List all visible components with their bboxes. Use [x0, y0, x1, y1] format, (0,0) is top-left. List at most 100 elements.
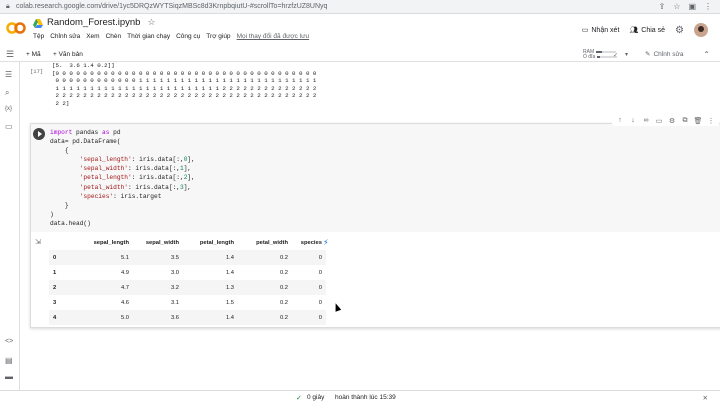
browser-menu-icon[interactable]: ⋮ — [704, 2, 712, 11]
comment-cell-icon[interactable]: ▭ — [654, 117, 664, 125]
move-up-icon[interactable]: ↑ — [615, 117, 625, 125]
row-index: 4 — [49, 310, 75, 325]
table-cell: 1.4 — [183, 250, 238, 265]
table-cell: 5.1 — [75, 250, 133, 265]
code-cell[interactable]: import pandas as pd data= pd.DataFrame( {… — [30, 116, 720, 328]
row-index: 1 — [53, 269, 57, 276]
menu-bar: Tệp Chỉnh sửa Xem Chèn Thời gian chạy Cô… — [33, 33, 309, 40]
table-cell: 3.5 — [133, 250, 183, 265]
bookmark-star-icon[interactable]: ☆ — [673, 2, 680, 11]
table-row: 0 5.1 3.5 1.4 0.2 0 — [49, 250, 326, 265]
runtime-dropdown-icon[interactable]: ▾ — [625, 51, 628, 58]
comment-button[interactable]: ▭ Nhận xét — [582, 26, 620, 35]
table-cell: 4.9 — [120, 269, 129, 276]
code-line: data= pd.DataFrame( — [50, 138, 121, 146]
table-cell: 0 — [292, 250, 326, 265]
column-header: sepal_length — [93, 240, 129, 246]
code-line: 'species': iris.target — [79, 192, 162, 200]
table-cell: 5.0 — [75, 310, 133, 325]
settings-gear-icon[interactable]: ⚙ — [675, 25, 684, 36]
menu-file[interactable]: Tệp — [33, 33, 44, 40]
share-button[interactable]: 👥︎ Chia sẻ — [629, 26, 665, 35]
extensions-icon[interactable]: ▣ — [688, 2, 696, 11]
execution-time: 0 giây — [307, 394, 325, 401]
share-page-icon[interactable]: ⇪ — [659, 2, 666, 11]
code-line: data.head() — [50, 219, 91, 227]
edit-mode-button[interactable]: ✎ Chỉnh sửa — [645, 50, 683, 59]
variables-icon[interactable]: {x} — [5, 106, 12, 112]
table-cell: 3.2 — [133, 280, 183, 295]
menu-tools[interactable]: Công cụ — [176, 33, 200, 40]
pencil-icon: ✎ — [645, 51, 651, 58]
code-line: 'sepal_length': iris.data[:,0], — [79, 156, 195, 164]
table-cell: 3.1 — [170, 299, 179, 306]
table-cell: 3.6 — [133, 310, 183, 325]
browser-address-bar[interactable]: 🔒︎ colab.research.google.com/drive/1yc5D… — [0, 0, 720, 14]
add-code-button[interactable]: + Mã — [26, 51, 41, 58]
menu-view[interactable]: Xem — [86, 33, 99, 40]
terminal-icon[interactable]: ▬ — [5, 372, 13, 381]
star-icon[interactable]: ☆ — [147, 17, 155, 28]
column-header: petal_length — [199, 240, 234, 246]
files-folder-icon[interactable]: ▭ — [5, 122, 13, 131]
menu-insert[interactable]: Chèn — [106, 33, 122, 40]
output-actions-icon[interactable]: ⇲ — [35, 238, 41, 246]
table-row: 1 4.9 3.0 1.4 0.2 0 — [49, 265, 326, 280]
menu-runtime[interactable]: Thời gian chạy — [127, 33, 170, 40]
search-icon[interactable]: ⌕ — [5, 88, 9, 98]
code-snippets-icon[interactable]: <> — [5, 338, 13, 345]
colab-logo-icon[interactable] — [6, 21, 26, 35]
notebook-content[interactable]: [17] [5. 3.6 1.4 0.2]] [0 0 0 0 0 0 0 0 0… — [20, 62, 720, 390]
toc-icon[interactable]: ☰ — [5, 70, 12, 79]
avatar[interactable] — [694, 23, 708, 37]
code-editor[interactable]: import pandas as pd data= pd.DataFrame( {… — [31, 124, 720, 232]
save-status-link[interactable]: Mọi thay đổi đã được lưu — [237, 33, 310, 40]
column-header — [49, 236, 75, 250]
magic-wand-icon[interactable]: ⚡︎ — [323, 238, 329, 247]
table-cell: 0.2 — [279, 299, 288, 306]
table-cell: 0 — [292, 310, 326, 325]
previous-output-text: [5. 3.6 1.4 0.2]] [0 0 0 0 0 0 0 0 0 0 0 … — [52, 62, 317, 107]
status-bar: ✓ 0 giây hoàn thành lúc 15:39 ✕ — [0, 390, 720, 404]
table-cell: 0.2 — [238, 280, 292, 295]
left-sidebar: ☰ ⌕ {x} ▭ <> ▤ ▬ — [0, 62, 20, 390]
command-palette-icon[interactable]: ▤ — [5, 356, 13, 365]
mirror-cell-icon[interactable]: ⧉ — [680, 117, 690, 125]
url-text[interactable]: colab.research.google.com/drive/1yc5DRQz… — [16, 3, 327, 10]
code-line: import pandas as pd — [50, 129, 121, 136]
code-line: 'sepal_width': iris.data[:,1], — [79, 165, 192, 173]
run-cell-button[interactable] — [33, 128, 45, 140]
code-line: { — [50, 147, 69, 155]
delete-icon[interactable]: 🗑︎ — [693, 117, 703, 125]
cell-settings-icon[interactable]: ⚙ — [667, 117, 677, 125]
more-options-icon[interactable]: ⋮ — [706, 117, 716, 125]
code-line: ) — [50, 210, 54, 218]
menu-edit[interactable]: Chỉnh sửa — [50, 33, 80, 40]
close-icon[interactable]: ✕ — [703, 394, 708, 402]
table-cell: 0.2 — [238, 250, 292, 265]
table-header-row: sepal_length sepal_width petal_length pe… — [49, 236, 326, 250]
table-cell: 0 — [318, 299, 322, 306]
collapse-header-icon[interactable]: ⌃ — [703, 50, 710, 59]
link-icon[interactable]: ∞ — [641, 117, 651, 125]
table-cell: 0.2 — [238, 310, 292, 325]
lock-icon: 🔒︎ — [6, 2, 10, 10]
add-text-button[interactable]: + Văn bản — [53, 51, 83, 58]
table-cell: 0.2 — [279, 269, 288, 276]
notebook-title[interactable]: Random_Forest.ipynb — [47, 17, 140, 28]
colab-header: Random_Forest.ipynb ☆ Tệp Chỉnh sửa Xem … — [0, 14, 720, 48]
code-text[interactable]: import pandas as pd data= pd.DataFrame( {… — [50, 128, 195, 228]
table-cell: 3.0 — [170, 269, 179, 276]
cell-toolbar: ↑ ↓ ∞ ▭ ⚙ ⧉ 🗑︎ ⋮ — [612, 116, 719, 126]
menu-help[interactable]: Trợ giúp — [206, 33, 230, 40]
move-down-icon[interactable]: ↓ — [628, 117, 638, 125]
row-index: 2 — [49, 280, 75, 295]
code-line: } — [50, 201, 69, 209]
menu-hamburger-icon[interactable]: ☰ — [6, 49, 14, 60]
code-line: 'petal_width': iris.data[:,3], — [79, 183, 192, 191]
previous-output-label: [17] — [30, 68, 44, 75]
column-header: sepal_width — [145, 240, 179, 246]
code-line: 'petal_length': iris.data[:,2], — [79, 174, 195, 182]
success-check-icon: ✓ — [296, 394, 302, 402]
table-cell: 1.3 — [183, 280, 238, 295]
